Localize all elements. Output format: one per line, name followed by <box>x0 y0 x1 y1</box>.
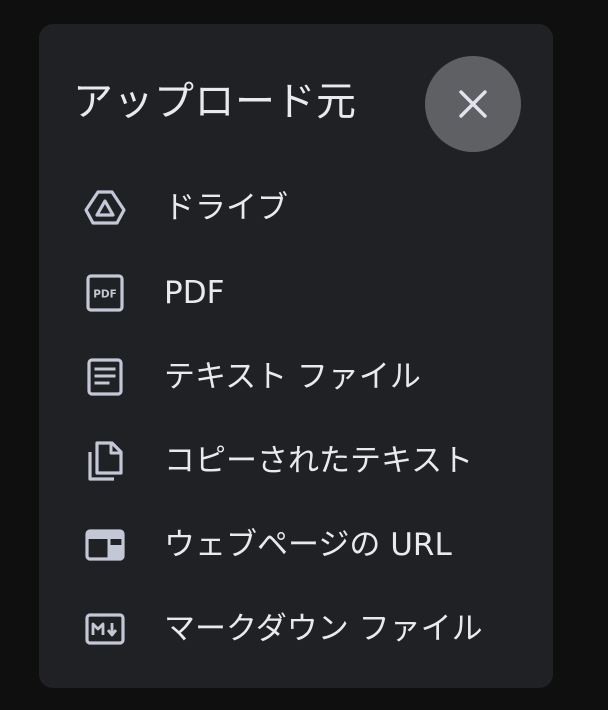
source-item-label: テキスト ファイル <box>164 359 421 395</box>
source-item-label: ドライブ <box>164 190 288 226</box>
drive-icon <box>83 186 127 230</box>
pdf-icon: PDF <box>83 271 127 315</box>
web-page-icon <box>83 523 127 567</box>
source-item-web-url[interactable]: ウェブページの URL <box>39 503 553 587</box>
source-item-markdown-file[interactable]: マークダウン ファイル <box>39 587 553 671</box>
text-file-icon <box>83 355 127 399</box>
markdown-icon <box>83 607 127 651</box>
source-item-label: コピーされたテキスト <box>164 443 474 479</box>
upload-source-dialog: アップロード元 ドライブ PDF PDF テキスト ファイル コピーされたテキス… <box>39 24 553 688</box>
source-item-copied-text[interactable]: コピーされたテキスト <box>39 419 553 503</box>
source-item-drive[interactable]: ドライブ <box>39 166 553 250</box>
source-item-label: PDF <box>164 275 225 311</box>
close-button[interactable] <box>425 56 521 152</box>
copy-icon <box>83 439 127 483</box>
source-item-pdf[interactable]: PDF PDF <box>39 251 553 335</box>
source-item-label: マークダウン ファイル <box>164 611 483 647</box>
source-item-label: ウェブページの URL <box>164 527 452 563</box>
source-item-text-file[interactable]: テキスト ファイル <box>39 335 553 419</box>
svg-text:PDF: PDF <box>93 289 117 301</box>
close-icon <box>459 90 487 118</box>
dialog-title: アップロード元 <box>73 79 357 125</box>
